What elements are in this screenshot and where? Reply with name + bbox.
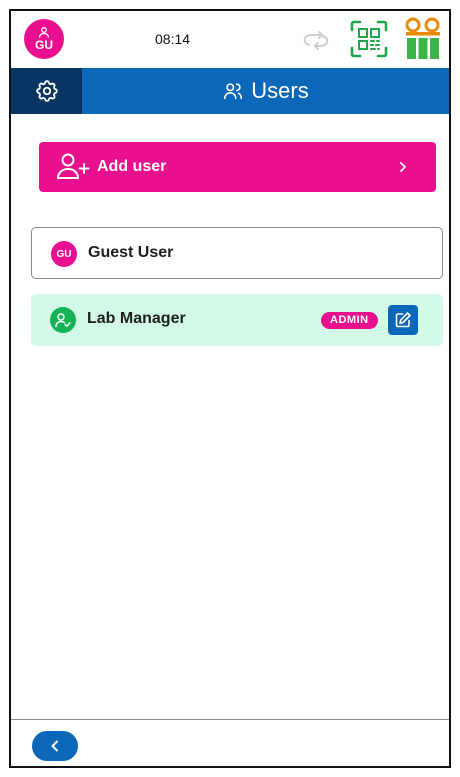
add-user-label: Add user — [97, 158, 167, 175]
qr-code-icon[interactable] — [350, 20, 388, 58]
person-icon — [38, 27, 50, 38]
footer-divider — [11, 719, 449, 720]
settings-button[interactable] — [11, 68, 82, 114]
person-check-icon — [55, 313, 71, 328]
edit-icon — [395, 312, 411, 328]
user-avatar: GU — [51, 241, 77, 267]
gear-icon — [35, 80, 58, 102]
back-button[interactable] — [32, 731, 78, 761]
admin-badge: ADMIN — [321, 312, 378, 329]
add-user-button[interactable]: Add user — [39, 142, 436, 192]
page-title: Users — [251, 78, 309, 103]
user-row-lab-manager[interactable]: Lab Manager ADMIN — [31, 294, 443, 346]
chevron-right-icon — [400, 162, 407, 172]
sync-icon[interactable] — [301, 29, 331, 51]
current-user-avatar[interactable]: GU — [24, 19, 64, 59]
user-name: Lab Manager — [87, 310, 186, 327]
user-name: Guest User — [88, 244, 174, 261]
users-icon — [224, 83, 243, 100]
title-bar: Users — [11, 68, 449, 114]
edit-user-button[interactable] — [388, 305, 418, 335]
avatar-initials: GU — [35, 38, 53, 52]
rack-icon[interactable] — [403, 17, 443, 61]
user-avatar — [50, 307, 76, 333]
add-person-icon — [56, 153, 90, 179]
user-row-guest[interactable]: GU Guest User — [31, 227, 443, 279]
chevron-left-icon — [51, 740, 58, 752]
app-frame: GU 08:14 Users Add user GU Guest User La… — [9, 9, 451, 768]
page-title-wrap: Users — [82, 68, 449, 114]
clock: 08:14 — [155, 31, 191, 47]
status-bar: GU 08:14 — [11, 11, 449, 68]
